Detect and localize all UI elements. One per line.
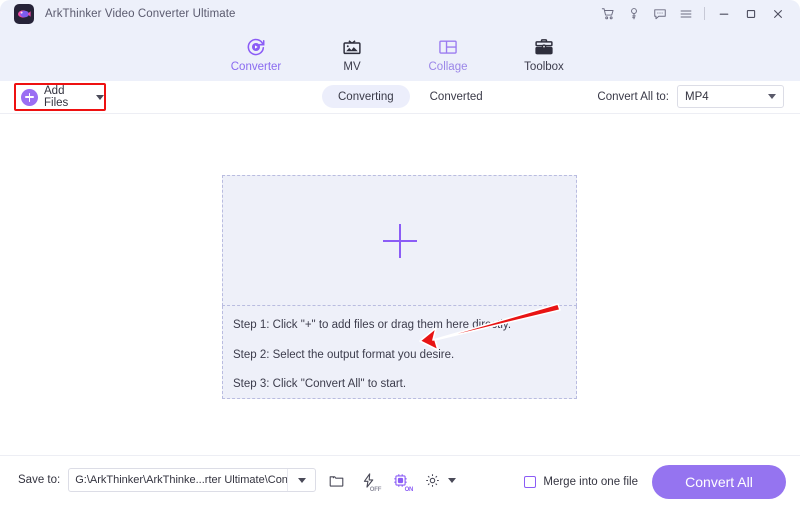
- tab-collage-label: Collage: [428, 60, 468, 73]
- tab-collage[interactable]: Collage: [400, 27, 496, 81]
- convert-all-button[interactable]: Convert All: [652, 465, 786, 499]
- save-path-field[interactable]: G:\ArkThinker\ArkThinke...rter Ultimate\…: [68, 468, 317, 492]
- feedback-icon[interactable]: [647, 0, 673, 27]
- toolbox-icon: [533, 35, 555, 59]
- open-folder-icon[interactable]: [324, 468, 348, 492]
- tab-toolbox[interactable]: Toolbox: [496, 27, 592, 81]
- add-plus-icon[interactable]: [382, 223, 417, 258]
- add-files-label: Add Files: [44, 85, 69, 109]
- chevron-down-icon[interactable]: [96, 94, 104, 100]
- merge-checkbox[interactable]: [524, 476, 537, 488]
- mv-icon: [341, 35, 363, 59]
- step-1-text: Step 1: Click "+" to add files or drag t…: [233, 319, 512, 331]
- collage-icon: [437, 35, 459, 59]
- bottom-actions: Merge into one file Convert All: [524, 465, 786, 499]
- tab-converter[interactable]: Converter: [208, 27, 304, 81]
- tab-converted[interactable]: Converted: [414, 85, 499, 108]
- tab-converter-label: Converter: [230, 60, 282, 73]
- step-3-text: Step 3: Click "Convert All" to start.: [233, 378, 407, 390]
- app-title: ArkThinker Video Converter Ultimate: [45, 7, 236, 20]
- queue-tabs: Converting Converted: [322, 85, 499, 108]
- add-files-button[interactable]: Add Files: [16, 85, 104, 109]
- gpu-status-badge: ON: [404, 487, 414, 493]
- hardware-acceleration-icon[interactable]: OFF: [356, 468, 382, 493]
- save-to-group: Save to: G:\ArkThinker\ArkThinke...rter …: [18, 468, 457, 493]
- output-format-group: Convert All to: MP4: [597, 85, 784, 108]
- settings-gear-icon[interactable]: [420, 468, 444, 492]
- main-navigation: Converter MV Collage Toolbox: [0, 27, 800, 81]
- acceleration-status-badge: OFF: [369, 487, 382, 493]
- key-icon[interactable]: [621, 0, 647, 27]
- save-path-value: G:\ArkThinker\ArkThinke...rter Ultimate\…: [75, 474, 288, 486]
- title-bar: ArkThinker Video Converter Ultimate: [0, 0, 800, 27]
- tab-mv-label: MV: [343, 60, 361, 73]
- output-format-select[interactable]: MP4: [677, 85, 784, 108]
- plus-icon: [21, 88, 38, 106]
- app-window: ArkThinker Video Converter Ultimate Conv…: [0, 0, 800, 507]
- save-path-dropdown[interactable]: [287, 469, 315, 491]
- content-toolbar: Add Files Converting Converted Convert A…: [0, 81, 800, 114]
- maximize-button[interactable]: [737, 0, 764, 27]
- tab-converting[interactable]: Converting: [322, 85, 410, 108]
- merge-label: Merge into one file: [543, 476, 638, 488]
- tab-mv[interactable]: MV: [304, 27, 400, 81]
- dropzone-target[interactable]: [222, 175, 577, 306]
- menu-icon[interactable]: [673, 0, 699, 27]
- bottom-bar: Save to: G:\ArkThinker\ArkThinke...rter …: [0, 455, 800, 507]
- settings-group[interactable]: [420, 468, 457, 492]
- app-logo-icon: [14, 3, 34, 24]
- convert-all-to-label: Convert All to:: [597, 90, 669, 103]
- gpu-icon[interactable]: ON: [388, 468, 414, 493]
- dropzone-instructions: Step 1: Click "+" to add files or drag t…: [222, 306, 577, 399]
- converter-icon: [245, 35, 267, 59]
- output-format-value: MP4: [685, 90, 709, 103]
- titlebar-divider: [704, 7, 705, 20]
- cart-icon[interactable]: [595, 0, 621, 27]
- merge-into-one-file-group[interactable]: Merge into one file: [524, 476, 638, 488]
- add-files-highlight: Add Files: [14, 83, 106, 111]
- step-2-text: Step 2: Select the output format you des…: [233, 348, 455, 361]
- chevron-down-icon: [297, 477, 306, 483]
- chevron-down-icon: [768, 94, 776, 99]
- minimize-button[interactable]: [710, 0, 737, 27]
- main-content: Step 1: Click "+" to add files or drag t…: [0, 114, 800, 455]
- settings-chevron-down-icon[interactable]: [448, 477, 457, 483]
- close-button[interactable]: [764, 0, 791, 27]
- tab-toolbox-label: Toolbox: [524, 60, 564, 73]
- titlebar-controls: [595, 0, 800, 27]
- save-to-label: Save to:: [18, 474, 61, 486]
